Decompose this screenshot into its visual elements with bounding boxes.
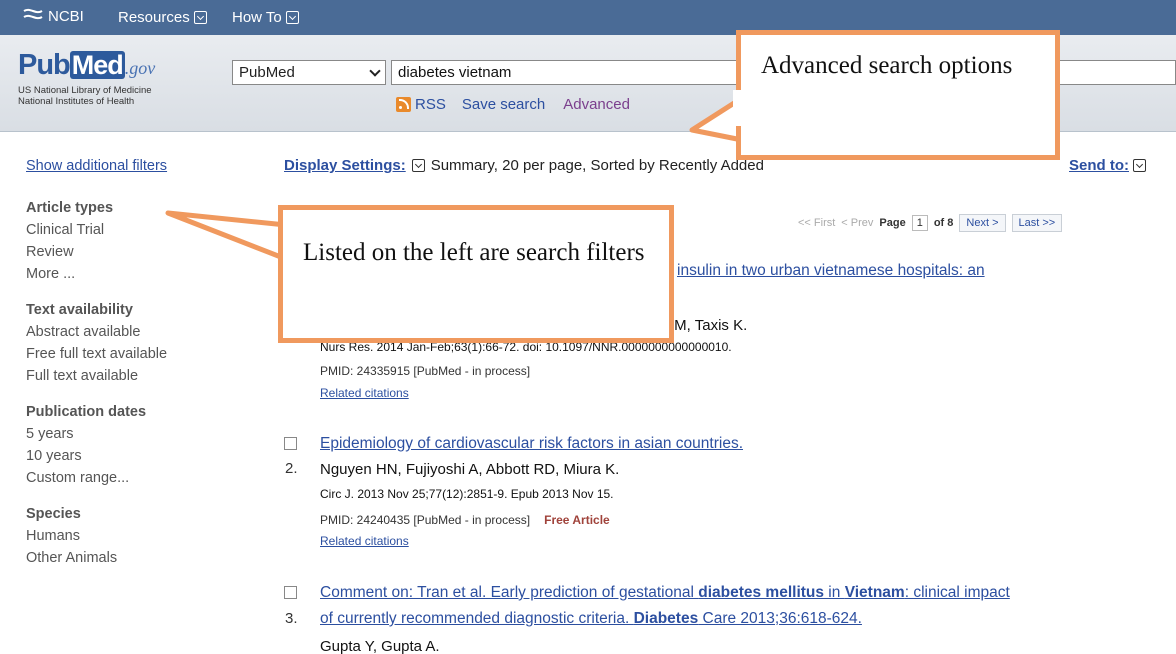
- title-part-highlight: diabetes mellitus: [698, 584, 824, 601]
- logo-pub: Pub: [18, 49, 71, 81]
- callout-search-filters: Listed on the left are search filters: [278, 205, 674, 343]
- page-label: Page: [879, 217, 906, 229]
- title-part: in: [824, 584, 845, 601]
- filter-sidebar: Show additional filters Article types Cl…: [26, 155, 167, 569]
- filter-item[interactable]: Review: [26, 241, 167, 263]
- title-part-highlight: Diabetes: [633, 610, 699, 627]
- logo-med: Med: [69, 50, 125, 80]
- filter-group-article-types: Article types Clinical Trial Review More…: [26, 197, 167, 285]
- show-additional-filters-link[interactable]: Show additional filters: [26, 155, 167, 177]
- send-to[interactable]: Send to:: [1069, 157, 1146, 174]
- ncbi-logo-text: NCBI: [48, 7, 84, 25]
- prev-page-link[interactable]: < Prev: [841, 217, 873, 229]
- menu-resources[interactable]: Resources: [118, 9, 207, 26]
- title-part: Care 2013;36:618-624.: [698, 610, 862, 627]
- callout-pointer-cover: [283, 228, 290, 268]
- callout-pointer-cover: [733, 90, 741, 126]
- result-title-link[interactable]: insulin in two urban vietnamese hospital…: [677, 262, 985, 280]
- result-citation: Circ J. 2013 Nov 25;77(12):2851-9. Epub …: [320, 487, 614, 501]
- result-checkbox[interactable]: [284, 586, 297, 599]
- filter-item[interactable]: Abstract available: [26, 321, 167, 343]
- pubmed-logo[interactable]: PubMed .gov US National Library of Medici…: [18, 49, 155, 107]
- filter-group-title: Text availability: [26, 302, 133, 318]
- ncbi-helix-icon: [23, 8, 43, 20]
- related-citations-link[interactable]: Related citations: [320, 534, 409, 548]
- title-part-highlight: Vietnam: [844, 584, 905, 601]
- chevron-down-icon: [285, 11, 299, 24]
- menu-how-to-label: How To: [232, 9, 282, 26]
- related-citations-link[interactable]: Related citations: [320, 386, 409, 400]
- title-part: Comment on: Tran et al. Early prediction…: [320, 584, 699, 601]
- database-select-value: PubMed: [239, 64, 295, 81]
- filter-item[interactable]: More ...: [26, 263, 167, 285]
- result-pmid: PMID: 24240435 [PubMed - in process] Free…: [320, 513, 610, 527]
- result-authors: Gupta Y, Gupta A.: [320, 638, 440, 654]
- result-title-link[interactable]: Epidemiology of cardiovascular risk fact…: [320, 435, 743, 453]
- save-search-link[interactable]: Save search: [462, 96, 545, 113]
- rss-link[interactable]: RSS: [415, 96, 446, 113]
- filter-group-publication-dates: Publication dates 5 years 10 years Custo…: [26, 401, 167, 489]
- chevron-down-icon[interactable]: [1133, 159, 1146, 172]
- filter-item[interactable]: Custom range...: [26, 467, 167, 489]
- database-select[interactable]: PubMed: [232, 60, 386, 85]
- filter-item[interactable]: 10 years: [26, 445, 167, 467]
- filter-group-title: Publication dates: [26, 404, 147, 420]
- send-to-label[interactable]: Send to:: [1069, 157, 1129, 174]
- filter-item[interactable]: Humans: [26, 525, 167, 547]
- display-settings-label[interactable]: Display Settings:: [284, 157, 406, 174]
- filter-item[interactable]: 5 years: [26, 423, 167, 445]
- org-line-1: US National Library of Medicine: [18, 85, 152, 96]
- rss-icon[interactable]: [396, 97, 411, 112]
- chevron-down-icon: [369, 64, 381, 77]
- result-pmid: PMID: 24335915 [PubMed - in process]: [320, 364, 531, 378]
- title-part: of currently recommended diagnostic crit…: [320, 610, 634, 627]
- callout-pointer: [165, 210, 289, 262]
- filter-group-title: Species: [26, 506, 81, 522]
- page-total: of 8: [933, 217, 954, 229]
- advanced-search-link[interactable]: Advanced: [563, 96, 630, 113]
- filter-group-species: Species Humans Other Animals: [26, 503, 167, 569]
- display-settings-value: Summary, 20 per page, Sorted by Recently…: [430, 157, 764, 174]
- result-title-link[interactable]: Comment on: Tran et al. Early prediction…: [320, 584, 1010, 602]
- menu-how-to[interactable]: How To: [232, 9, 299, 26]
- title-part: : clinical impact: [904, 584, 1010, 601]
- filter-item[interactable]: Clinical Trial: [26, 219, 167, 241]
- callout-advanced-search: Advanced search options: [736, 30, 1060, 160]
- filter-group-text-availability: Text availability Abstract available Fre…: [26, 299, 167, 387]
- ncbi-logo[interactable]: NCBI: [22, 7, 84, 25]
- free-article-badge: Free Article: [544, 513, 610, 527]
- last-page-button[interactable]: Last >>: [1011, 214, 1063, 232]
- pagination: << First < Prev Page 1 of 8 Next > Last …: [798, 214, 1063, 232]
- result-number: 2.: [285, 460, 298, 477]
- callout-filters-text: Listed on the left are search filters: [303, 239, 645, 266]
- menu-resources-label: Resources: [118, 9, 190, 26]
- filter-group-title: Article types: [26, 200, 114, 216]
- result-checkbox[interactable]: [284, 437, 297, 450]
- filter-item[interactable]: Full text available: [26, 365, 167, 387]
- display-settings[interactable]: Display Settings: Summary, 20 per page, …: [284, 157, 764, 174]
- logo-gov: .gov: [124, 58, 156, 78]
- chevron-down-icon[interactable]: [411, 159, 425, 172]
- chevron-down-icon: [193, 11, 207, 24]
- result-pmid-text: PMID: 24240435 [PubMed - in process]: [320, 513, 531, 527]
- search-links: RSS Save search Advanced: [396, 96, 630, 113]
- filter-item[interactable]: Free full text available: [26, 343, 167, 365]
- result-number: 3.: [285, 610, 298, 627]
- next-page-button[interactable]: Next >: [959, 214, 1006, 232]
- filter-item[interactable]: Other Animals: [26, 547, 167, 569]
- page-number-input[interactable]: 1: [911, 215, 928, 231]
- org-line-2: National Institutes of Health: [18, 96, 135, 107]
- result-authors: FM, Taxis K.: [665, 317, 748, 334]
- callout-advanced-text: Advanced search options: [761, 52, 1013, 79]
- result-title-link-line2[interactable]: of currently recommended diagnostic crit…: [320, 610, 862, 628]
- result-authors: Nguyen HN, Fujiyoshi A, Abbott RD, Miura…: [320, 461, 620, 478]
- first-page-link[interactable]: << First: [798, 217, 835, 229]
